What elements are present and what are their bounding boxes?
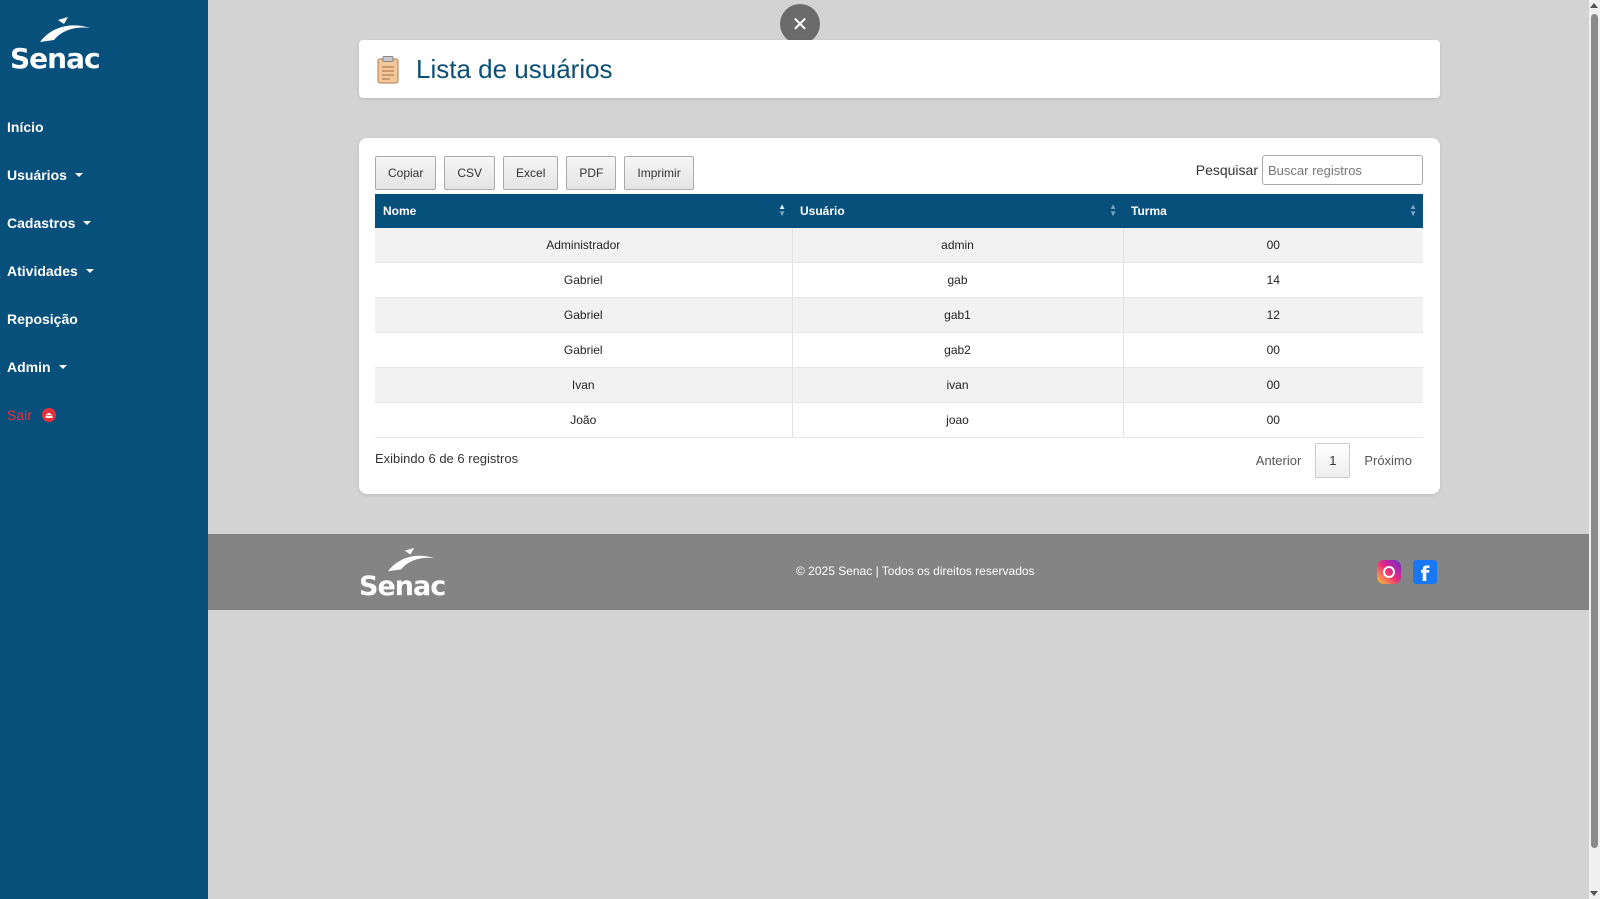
social-links: f (1377, 560, 1437, 584)
column-header-usuario[interactable]: Usuário ▲ ▼ (792, 194, 1123, 228)
table-row[interactable]: João joao 00 (375, 402, 1423, 438)
sidebar-item-label: Cadastros (7, 215, 76, 231)
caret-down-icon (74, 173, 83, 177)
table-info: Exibindo 6 de 6 registros (375, 451, 519, 466)
copyright-text: © 2025 Senac | Todos os direitos reserva… (796, 564, 1035, 578)
pdf-button[interactable]: PDF (566, 156, 617, 190)
sidebar-item-label: Reposição (7, 311, 78, 327)
sidebar-item-5[interactable]: Admin (0, 343, 208, 391)
caret-down-icon (83, 221, 92, 225)
sidebar-item-0[interactable]: Início (0, 103, 208, 151)
footer-logo-text: Senac (359, 571, 446, 602)
column-label: Turma (1131, 204, 1167, 218)
clipboard-icon (377, 56, 399, 84)
search-input[interactable] (1262, 155, 1423, 185)
copy-button[interactable]: Copiar (375, 156, 437, 190)
table-cell: Gabriel (375, 262, 793, 298)
sort-icon: ▲ ▼ (1109, 202, 1117, 218)
sidebar-item-label: Usuários (7, 167, 67, 183)
search-label: Pesquisar (1195, 162, 1258, 178)
sidebar-item-1[interactable]: Usuários (0, 151, 208, 199)
next-page-button[interactable]: Próximo (1350, 453, 1426, 468)
logout-link[interactable]: Sair ⏏ (0, 391, 208, 439)
sort-icon: ▲ ▼ (778, 202, 786, 218)
column-label: Usuário (800, 204, 845, 218)
caret-down-icon (58, 365, 67, 369)
table-row[interactable]: Gabriel gab2 00 (375, 332, 1423, 368)
column-label: Nome (383, 204, 417, 218)
pagination: Anterior 1 Próximo (1242, 443, 1426, 478)
search-area: Pesquisar (1196, 155, 1423, 185)
scroll-up-icon[interactable] (1590, 3, 1598, 8)
table-cell: 00 (1123, 367, 1423, 403)
table-row[interactable]: Gabriel gab1 12 (375, 297, 1423, 333)
table-cell: 00 (1123, 332, 1423, 368)
sidebar-item-2[interactable]: Cadastros (0, 199, 208, 247)
footer: Senac © 2025 Senac | Todos os direitos r… (208, 534, 1590, 610)
users-table-card: Copiar CSV Excel PDF Imprimir Pesquisar … (359, 138, 1440, 494)
table-cell: gab2 (792, 332, 1124, 368)
close-icon: ✕ (791, 13, 809, 36)
sidebar: Senac Início Usuários Cadastros Atividades R… (0, 0, 208, 899)
export-buttons: Copiar CSV Excel PDF Imprimir (375, 156, 694, 190)
logout-icon: ⏏ (41, 408, 56, 422)
table-cell: 14 (1123, 262, 1423, 298)
previous-page-button[interactable]: Anterior (1242, 453, 1316, 468)
sidebar-nav: Início Usuários Cadastros Atividades Reposiç… (0, 103, 208, 439)
table-cell: gab (792, 262, 1124, 298)
instagram-icon[interactable] (1377, 560, 1401, 584)
table-cell: João (375, 402, 793, 438)
table-row[interactable]: Gabriel gab 14 (375, 262, 1423, 298)
table-header-row: Nome ▲ ▼ Usuário ▲ ▼ Turma ▲ ▼ (375, 194, 1423, 228)
scroll-thumb[interactable] (1591, 14, 1598, 848)
table-cell: admin (792, 228, 1124, 263)
table-cell: Administrador (375, 228, 793, 263)
column-header-nome[interactable]: Nome ▲ ▼ (375, 194, 792, 228)
table-cell: Gabriel (375, 332, 793, 368)
table-cell: 12 (1123, 297, 1423, 333)
sort-icon: ▲ ▼ (1409, 202, 1417, 218)
sidebar-item-4[interactable]: Reposição (0, 295, 208, 343)
caret-down-icon (85, 269, 94, 273)
sidebar-item-label: Início (7, 119, 44, 135)
users-table: Nome ▲ ▼ Usuário ▲ ▼ Turma ▲ ▼ Administrado… (375, 194, 1423, 438)
facebook-icon[interactable]: f (1413, 560, 1437, 584)
print-button[interactable]: Imprimir (624, 156, 694, 190)
footer-logo: Senac (359, 547, 446, 602)
scrollbar[interactable] (1589, 0, 1600, 899)
table-cell: ivan (792, 367, 1124, 403)
column-header-turma[interactable]: Turma ▲ ▼ (1123, 194, 1423, 228)
scroll-down-icon[interactable] (1590, 891, 1598, 896)
table-cell: joao (792, 402, 1124, 438)
table-row[interactable]: Administrador admin 00 (375, 228, 1423, 263)
table-row[interactable]: Ivan ivan 00 (375, 367, 1423, 403)
table-cell: gab1 (792, 297, 1124, 333)
page-title-card: Lista de usuários (359, 40, 1440, 98)
sidebar-item-label: Admin (7, 359, 51, 375)
csv-button[interactable]: CSV (444, 156, 496, 190)
table-cell: 00 (1123, 402, 1423, 438)
senac-logo[interactable]: Senac (10, 16, 101, 75)
logo-text: Senac (10, 42, 101, 75)
close-button[interactable]: ✕ (780, 4, 820, 44)
page-title: Lista de usuários (416, 54, 613, 84)
logout-label: Sair (7, 407, 32, 423)
table-cell: 00 (1123, 228, 1423, 263)
excel-button[interactable]: Excel (503, 156, 559, 190)
table-cell: Gabriel (375, 297, 793, 333)
current-page-button[interactable]: 1 (1315, 443, 1351, 478)
sidebar-item-label: Atividades (7, 263, 78, 279)
table-cell: Ivan (375, 367, 793, 403)
sidebar-item-3[interactable]: Atividades (0, 247, 208, 295)
